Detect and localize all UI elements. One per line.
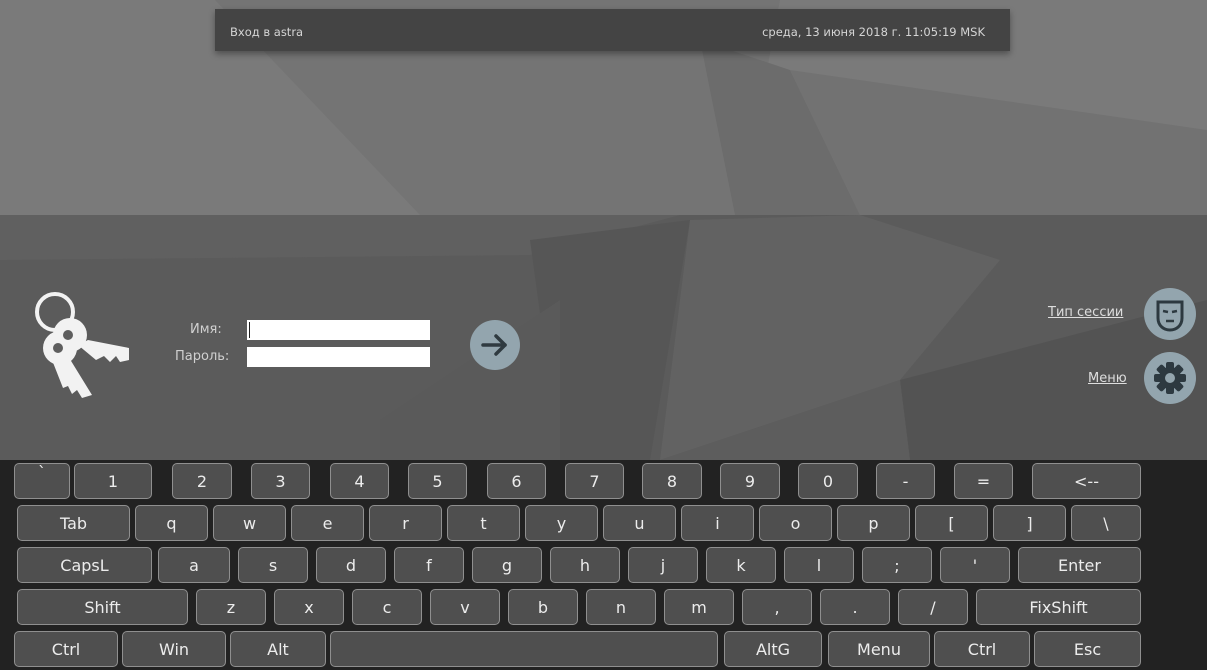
key-m-r3c7[interactable]: m xyxy=(664,589,734,625)
session-type-button[interactable] xyxy=(1144,288,1196,340)
key-alt-r4c2[interactable]: Alt xyxy=(230,631,326,667)
key-v-r3c4[interactable]: v xyxy=(430,589,500,625)
key-shift-r3c0[interactable]: Shift xyxy=(17,589,188,625)
key-l-r2c9[interactable]: l xyxy=(784,547,854,583)
key-1-r0c1[interactable]: 1 xyxy=(74,463,152,499)
key-p-r1c10[interactable]: p xyxy=(837,505,910,541)
key-menu-r4c5[interactable]: Menu xyxy=(828,631,930,667)
key-n-r3c6[interactable]: n xyxy=(586,589,656,625)
key-w-r1c2[interactable]: w xyxy=(213,505,286,541)
key-9-r0c9[interactable]: 9 xyxy=(720,463,780,499)
key-2-r0c2[interactable]: 2 xyxy=(172,463,232,499)
mask-icon xyxy=(1156,300,1184,332)
text-caret xyxy=(249,322,250,338)
key-u-r1c7[interactable]: u xyxy=(603,505,676,541)
key-6-r0c6[interactable]: 6 xyxy=(487,463,546,499)
username-input[interactable] xyxy=(247,320,430,340)
key-capsl-r2c0[interactable]: CapsL xyxy=(17,547,152,583)
key-enter-r2c12[interactable]: Enter xyxy=(1018,547,1141,583)
login-submit-button[interactable] xyxy=(470,320,520,370)
key-g-r2c5[interactable]: g xyxy=(472,547,542,583)
key-i-r1c8[interactable]: i xyxy=(681,505,754,541)
key-apostrophe-r2c11[interactable]: ' xyxy=(940,547,1010,583)
key-h-r2c6[interactable]: h xyxy=(550,547,620,583)
key-8-r0c8[interactable]: 8 xyxy=(642,463,702,499)
key-y-r1c6[interactable]: y xyxy=(525,505,598,541)
top-bar: Вход в astra среда, 13 июня 2018 г. 11:0… xyxy=(215,9,1010,51)
window-title: Вход в astra xyxy=(230,25,304,39)
password-label: Пароль: xyxy=(175,349,230,364)
key-ctrl-r4c0[interactable]: Ctrl xyxy=(14,631,118,667)
key-3-r0c3[interactable]: 3 xyxy=(251,463,310,499)
key-slash-r3c10[interactable]: / xyxy=(898,589,968,625)
key-comma-r3c8[interactable]: , xyxy=(742,589,812,625)
gear-icon xyxy=(1154,362,1186,394)
key-ctrl-r4c6[interactable]: Ctrl xyxy=(934,631,1030,667)
key-period-r3c9[interactable]: . xyxy=(820,589,890,625)
key-minus-r0c11[interactable]: - xyxy=(876,463,935,499)
menu-label[interactable]: Меню xyxy=(1088,371,1127,386)
key-win-r4c1[interactable]: Win xyxy=(122,631,226,667)
key-backspace-r0c13[interactable]: <-- xyxy=(1032,463,1141,499)
key-j-r2c7[interactable]: j xyxy=(628,547,698,583)
key-4-r0c4[interactable]: 4 xyxy=(330,463,389,499)
key-r-r1c4[interactable]: r xyxy=(369,505,442,541)
key-0-r0c10[interactable]: 0 xyxy=(798,463,858,499)
key-equals-r0c12[interactable]: = xyxy=(954,463,1013,499)
key-backtick-r0c0[interactable]: ` xyxy=(14,463,70,499)
key-s-r2c2[interactable]: s xyxy=(238,547,308,583)
key-b-r3c5[interactable]: b xyxy=(508,589,578,625)
key-esc-r4c7[interactable]: Esc xyxy=(1034,631,1141,667)
key-c-r3c3[interactable]: c xyxy=(352,589,422,625)
key-fixshift-r3c11[interactable]: FixShift xyxy=(976,589,1141,625)
key-x-r3c2[interactable]: x xyxy=(274,589,344,625)
arrow-right-icon xyxy=(481,334,507,356)
keys-icon xyxy=(35,292,129,398)
key-tab-r1c0[interactable]: Tab xyxy=(17,505,130,541)
key-d-r2c3[interactable]: d xyxy=(316,547,386,583)
key-altg-r4c4[interactable]: AltG xyxy=(724,631,822,667)
key-5-r0c5[interactable]: 5 xyxy=(408,463,467,499)
datetime-label: среда, 13 июня 2018 г. 11:05:19 MSK xyxy=(762,25,985,39)
key-q-r1c1[interactable]: q xyxy=(135,505,208,541)
key-semicolon-r2c10[interactable]: ; xyxy=(862,547,932,583)
password-input[interactable] xyxy=(247,347,430,367)
key-z-r3c1[interactable]: z xyxy=(196,589,266,625)
key-t-r1c5[interactable]: t xyxy=(447,505,520,541)
key-a-r2c1[interactable]: a xyxy=(158,547,230,583)
key-7-r0c7[interactable]: 7 xyxy=(565,463,624,499)
key-space-r4c3[interactable] xyxy=(330,631,718,667)
key-right-bracket-r1c12[interactable]: ] xyxy=(993,505,1066,541)
key-k-r2c8[interactable]: k xyxy=(706,547,776,583)
menu-button[interactable] xyxy=(1144,352,1196,404)
session-type-label[interactable]: Тип сессии xyxy=(1048,305,1123,320)
onscreen-keyboard: ` 1 2 3 4 5 6 7 8 9 0- = <-- Tab q w e r t y u i o p[] \ CapsL a s d… xyxy=(0,460,1207,670)
username-label: Имя: xyxy=(190,322,222,337)
key-left-bracket-r1c11[interactable]: [ xyxy=(915,505,988,541)
key-backslash-r1c13[interactable]: \ xyxy=(1071,505,1141,541)
key-o-r1c9[interactable]: o xyxy=(759,505,832,541)
key-f-r2c4[interactable]: f xyxy=(394,547,464,583)
key-e-r1c3[interactable]: e xyxy=(291,505,364,541)
